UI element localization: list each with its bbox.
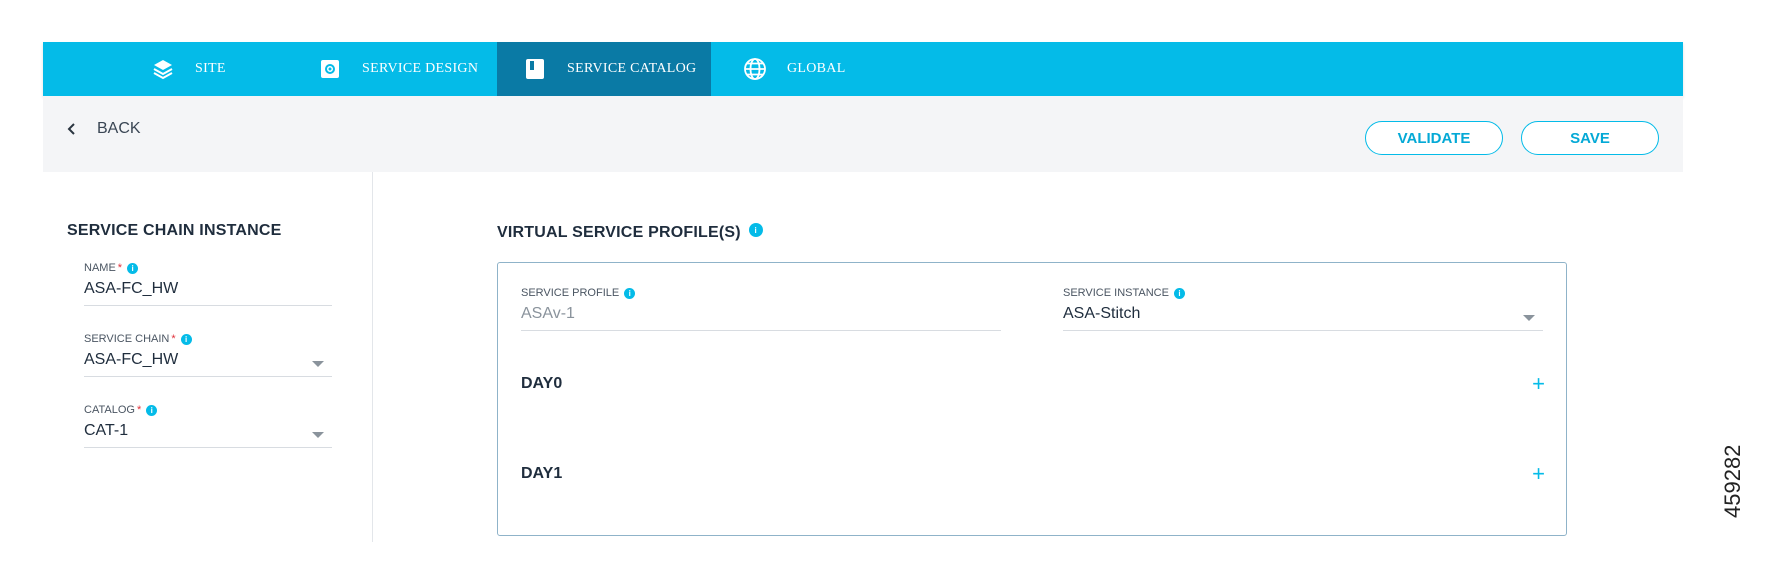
catalog-label: CATALOG (84, 404, 135, 416)
toolbar: BACK VALIDATE SAVE (43, 96, 1683, 172)
catalog-value: CAT-1 (84, 422, 129, 439)
day0-expand-plus-icon[interactable]: + (1532, 371, 1545, 397)
chevron-left-icon (65, 122, 79, 136)
name-input[interactable]: ASA-FC_HW (84, 280, 332, 306)
validate-button[interactable]: VALIDATE (1365, 121, 1503, 155)
tab-service-design-label: SERVICE DESIGN (362, 61, 479, 76)
required-marker: * (171, 333, 176, 345)
tab-service-catalog-label: SERVICE CATALOG (567, 61, 697, 76)
back-button[interactable]: BACK (65, 120, 141, 138)
catalog-field: CATALOG * i CAT-1 (84, 404, 332, 448)
virtual-service-profiles-label: VIRTUAL SERVICE PROFILE(S) (497, 224, 741, 241)
layers-icon (151, 57, 175, 81)
day1-expand-plus-icon[interactable]: + (1532, 461, 1545, 487)
globe-icon (743, 57, 767, 81)
service-profile-label: SERVICE PROFILE (521, 287, 620, 299)
service-chain-value: ASA-FC_HW (84, 351, 179, 368)
back-label: BACK (97, 120, 141, 137)
info-icon[interactable]: i (127, 262, 139, 274)
info-icon[interactable]: i (180, 333, 192, 345)
info-icon[interactable]: i (748, 223, 763, 237)
tab-service-catalog[interactable]: SERVICE CATALOG (497, 42, 711, 96)
service-profile-field: SERVICE PROFILE i ASAv-1 (521, 287, 1001, 331)
gear-box-icon (318, 57, 342, 81)
service-instance-label: SERVICE INSTANCE (1063, 287, 1169, 299)
service-chain-label: SERVICE CHAIN (84, 333, 170, 345)
name-label: NAME (84, 262, 116, 274)
service-profile-value: ASAv-1 (521, 305, 1001, 331)
service-instance-field: SERVICE INSTANCE i ASA-Stitch (1063, 287, 1543, 331)
day0-section: DAY0 + (521, 371, 1545, 397)
name-field: NAME * i ASA-FC_HW (84, 262, 332, 306)
info-icon[interactable]: i (624, 287, 636, 299)
caret-down-icon[interactable] (312, 432, 324, 438)
tab-global[interactable]: GLOBAL (743, 42, 893, 96)
required-marker: * (136, 404, 142, 416)
day0-label: DAY0 (521, 375, 563, 392)
service-profile-card: SERVICE PROFILE i ASAv-1 SERVICE INSTANC… (497, 262, 1567, 536)
service-chain-select[interactable]: ASA-FC_HW (84, 351, 332, 377)
tab-site[interactable]: SITE (151, 42, 311, 96)
info-icon[interactable]: i (1173, 287, 1185, 299)
service-chain-field: SERVICE CHAIN * i ASA-FC_HW (84, 333, 332, 377)
caret-down-icon[interactable] (1523, 315, 1535, 321)
save-button[interactable]: SAVE (1521, 121, 1659, 155)
tab-global-label: GLOBAL (787, 61, 846, 76)
info-icon[interactable]: i (146, 404, 158, 416)
service-instance-value: ASA-Stitch (1063, 305, 1141, 322)
book-icon (523, 57, 547, 81)
tab-site-label: SITE (195, 61, 226, 76)
service-chain-instance-title: SERVICE CHAIN INSTANCE (67, 222, 282, 239)
caret-down-icon[interactable] (312, 361, 324, 367)
required-marker: * (117, 262, 123, 274)
day1-section: DAY1 + (521, 461, 1545, 487)
catalog-select[interactable]: CAT-1 (84, 422, 332, 448)
day1-label: DAY1 (521, 465, 563, 482)
panel-divider (372, 172, 373, 542)
top-nav: SITE SERVICE DESIGN SERVICE CATALOG GLOB… (43, 42, 1683, 96)
service-instance-select[interactable]: ASA-Stitch (1063, 305, 1543, 331)
virtual-service-profiles-title: VIRTUAL SERVICE PROFILE(S) i (497, 223, 763, 242)
figure-number: 459282 (1720, 444, 1745, 518)
